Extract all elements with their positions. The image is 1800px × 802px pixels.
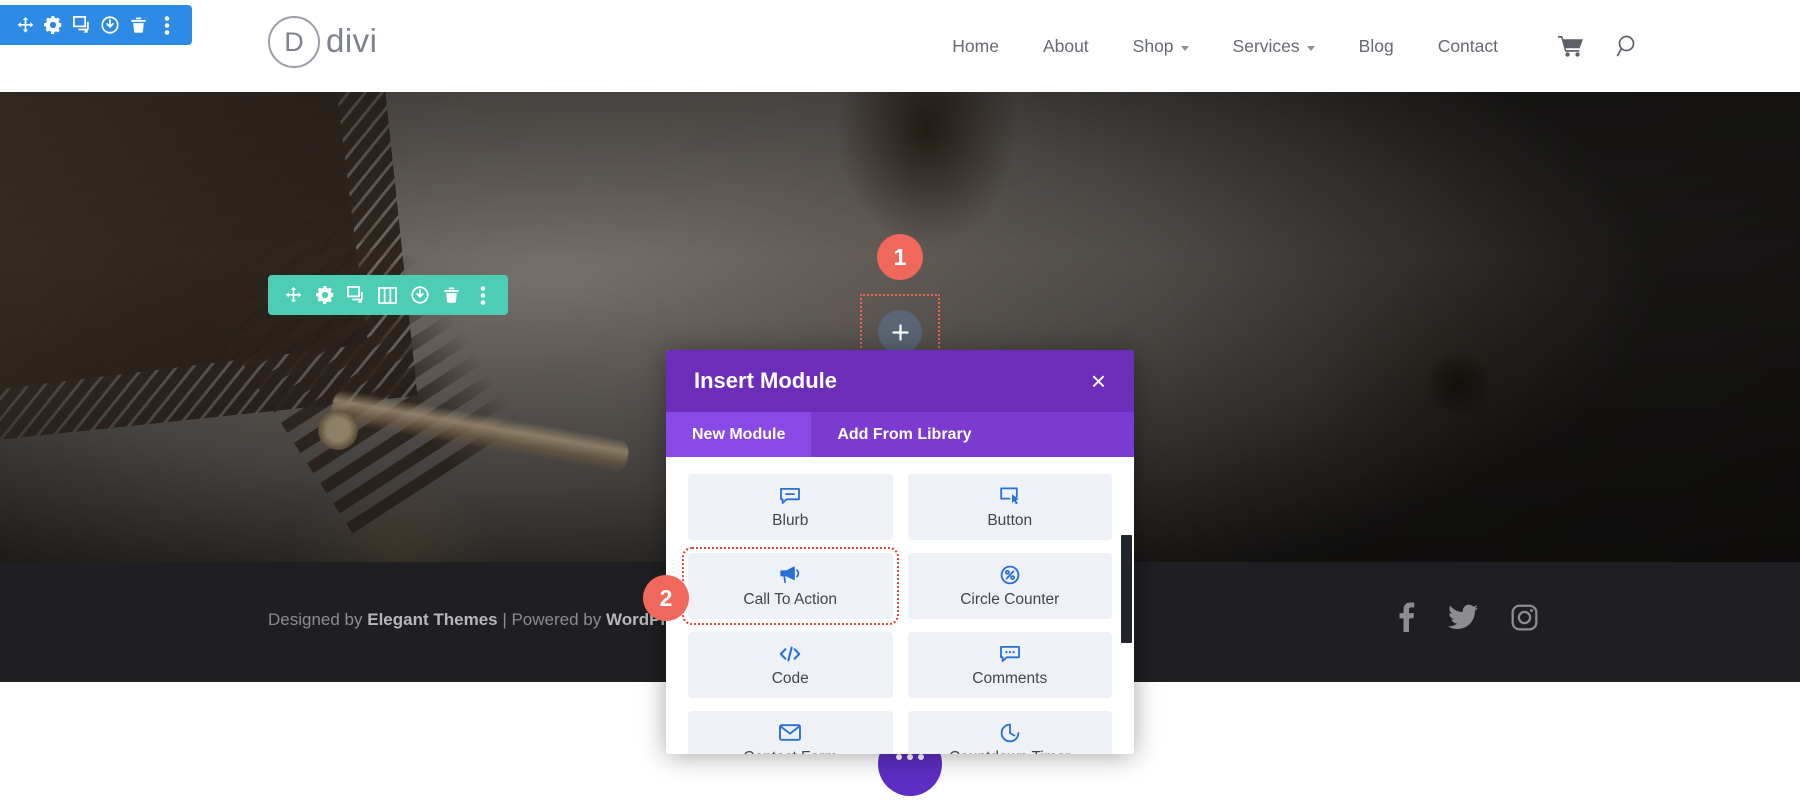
call-to-action-icon bbox=[780, 564, 801, 586]
cart-icon[interactable] bbox=[1558, 35, 1584, 57]
gear-icon[interactable] bbox=[314, 284, 336, 306]
circle-counter-icon bbox=[1000, 564, 1020, 586]
module-card-comments[interactable]: Comments bbox=[907, 632, 1112, 698]
button-icon bbox=[1000, 485, 1020, 507]
nav-item-services[interactable]: Services bbox=[1211, 36, 1337, 57]
search-icon[interactable] bbox=[1616, 34, 1640, 58]
chevron-down-icon bbox=[1180, 45, 1189, 51]
module-card-blurb[interactable]: Blurb bbox=[688, 474, 893, 540]
nav-item-shop[interactable]: Shop bbox=[1111, 36, 1211, 57]
nav-item-home[interactable]: Home bbox=[930, 36, 1021, 57]
tab-new-module[interactable]: New Module bbox=[666, 412, 812, 457]
save-to-library-icon[interactable] bbox=[99, 14, 121, 36]
more-options-icon[interactable] bbox=[156, 14, 178, 36]
module-label: Call To Action bbox=[743, 590, 838, 608]
module-grid: Blurb Button Call To Action Circle Count… bbox=[682, 474, 1112, 755]
gear-icon[interactable] bbox=[42, 14, 64, 36]
footer-middle: | Powered by bbox=[497, 610, 606, 629]
nav-label: Blog bbox=[1358, 35, 1394, 56]
email-icon bbox=[779, 722, 802, 744]
module-label: Circle Counter bbox=[960, 590, 1060, 608]
modal-tabs: New Module Add From Library bbox=[666, 412, 1134, 457]
modal-header: Insert Module × bbox=[666, 350, 1134, 412]
module-card-contact-form[interactable]: Contact Form bbox=[688, 711, 893, 754]
modal-scrollbar-thumb[interactable] bbox=[1121, 535, 1132, 643]
logo-text: divi bbox=[326, 22, 378, 59]
site-logo[interactable]: D divi bbox=[268, 16, 378, 68]
row-toolbar bbox=[268, 275, 508, 315]
insert-module-modal: Insert Module × New Module Add From Libr… bbox=[666, 350, 1134, 754]
fab-dots-icon bbox=[896, 754, 924, 760]
comments-icon bbox=[999, 643, 1020, 665]
module-label: Countdown Timer bbox=[949, 749, 1070, 755]
facebook-icon[interactable] bbox=[1399, 602, 1415, 632]
module-label: Code bbox=[771, 669, 809, 687]
section-toolbar bbox=[0, 5, 192, 45]
footer-prefix: Designed by bbox=[268, 610, 368, 629]
duplicate-icon[interactable] bbox=[345, 284, 367, 306]
modal-body: Blurb Button Call To Action Circle Count… bbox=[666, 457, 1134, 754]
column-structure-icon[interactable] bbox=[377, 284, 399, 306]
module-label: Button bbox=[987, 511, 1033, 529]
nav-label: Services bbox=[1232, 35, 1300, 56]
tab-add-from-library[interactable]: Add From Library bbox=[811, 412, 997, 457]
more-options-icon[interactable] bbox=[472, 284, 494, 306]
code-icon bbox=[779, 643, 801, 665]
nav-label: About bbox=[1042, 35, 1089, 56]
module-card-circle-counter[interactable]: Circle Counter bbox=[907, 553, 1112, 619]
module-label: Contact Form bbox=[743, 749, 837, 755]
modal-title: Insert Module bbox=[694, 368, 838, 393]
delete-icon[interactable] bbox=[128, 14, 150, 36]
footer-credit: Designed by Elegant Themes | Powered by … bbox=[268, 610, 695, 630]
logo-mark-icon: D bbox=[268, 16, 320, 68]
step-badge-2: 2 bbox=[643, 575, 689, 621]
move-icon[interactable] bbox=[14, 14, 36, 36]
nav-item-about[interactable]: About bbox=[1021, 36, 1111, 57]
move-icon[interactable] bbox=[282, 284, 304, 306]
header-icon-group bbox=[1558, 0, 1640, 92]
module-card-call-to-action[interactable]: Call To Action bbox=[682, 547, 899, 625]
footer-social-links bbox=[1399, 602, 1538, 632]
delete-icon[interactable] bbox=[440, 284, 462, 306]
footer-brand[interactable]: Elegant Themes bbox=[367, 610, 497, 629]
twitter-icon[interactable] bbox=[1448, 604, 1478, 630]
module-card-button[interactable]: Button bbox=[907, 474, 1112, 540]
nav-item-blog[interactable]: Blog bbox=[1337, 36, 1416, 57]
module-label: Comments bbox=[972, 669, 1048, 687]
add-module-button[interactable] bbox=[878, 310, 922, 354]
clock-icon bbox=[1000, 722, 1020, 744]
chevron-down-icon bbox=[1306, 45, 1315, 51]
module-card-code[interactable]: Code bbox=[688, 632, 893, 698]
divi-builder-page: D divi Home About Shop Services Blog Con bbox=[0, 0, 1800, 802]
nav-label: Home bbox=[952, 35, 999, 56]
save-to-library-icon[interactable] bbox=[409, 284, 431, 306]
primary-navigation: Home About Shop Services Blog Contact bbox=[930, 0, 1520, 92]
blurb-icon bbox=[780, 485, 801, 507]
nav-label: Contact bbox=[1437, 35, 1498, 56]
close-icon[interactable]: × bbox=[1091, 368, 1106, 394]
module-label: Blurb bbox=[772, 511, 809, 529]
duplicate-icon[interactable] bbox=[71, 14, 93, 36]
step-badge-1: 1 bbox=[877, 234, 923, 280]
nav-label: Shop bbox=[1132, 35, 1174, 56]
site-header: D divi Home About Shop Services Blog Con bbox=[0, 0, 1800, 92]
instagram-icon[interactable] bbox=[1511, 604, 1538, 631]
module-card-countdown-timer[interactable]: Countdown Timer bbox=[907, 711, 1112, 755]
nav-item-contact[interactable]: Contact bbox=[1416, 36, 1520, 57]
